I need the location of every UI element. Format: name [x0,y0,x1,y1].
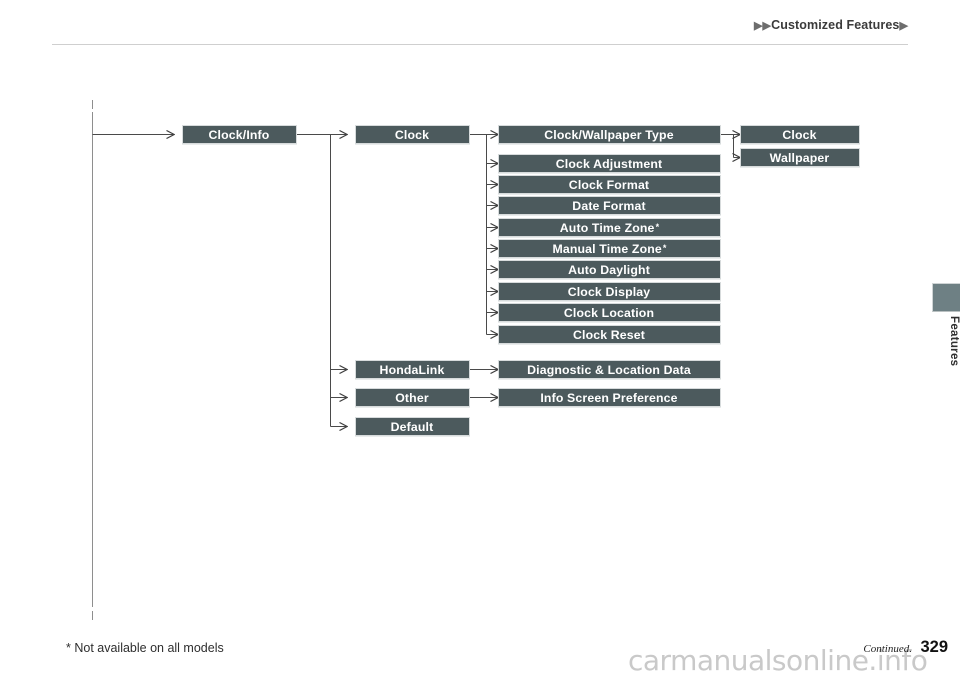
menu-box-label: Info Screen Preference [540,390,678,405]
menu-box-clock-adjustment[interactable]: Clock Adjustment [498,154,721,173]
connector-lines [92,0,960,678]
menu-box-wallpaper-clock[interactable]: Clock [740,125,860,144]
menu-box-clock-location[interactable]: Clock Location [498,303,721,322]
menu-box-clock-reset[interactable]: Clock Reset [498,325,721,344]
page-footnote: * Not available on all models [66,641,224,655]
menu-box-manual-time-zone[interactable]: Manual Time Zone * [498,239,721,258]
menu-box-label: Clock [782,127,817,142]
menu-box-label: Manual Time Zone [552,241,662,256]
menu-box-label: Clock Adjustment [555,156,663,171]
menu-box-label: Clock Reset [572,327,646,342]
menu-box-label: HondaLink [379,362,445,377]
menu-box-default[interactable]: Default [355,417,470,436]
menu-box-hondalink[interactable]: HondaLink [355,360,470,379]
menu-box-label: Default [390,419,434,434]
manual-page: ▶▶Customized Features▶ Features Clock/In… [0,0,960,678]
continued-label: Continued. [863,643,912,655]
menu-box-clock[interactable]: Clock [355,125,470,144]
menu-box-label: Clock Location [563,305,655,320]
menu-box-label: Other [395,390,429,405]
menu-box-label: Clock Display [567,284,651,299]
menu-tree-diagram: Clock/Info Clock HondaLink Other Default… [0,0,960,678]
menu-box-label: Clock/Wallpaper Type [544,127,674,142]
menu-box-label: Auto Daylight [568,262,650,277]
menu-box-label: Date Format [572,198,646,213]
menu-box-clock-info[interactable]: Clock/Info [182,125,297,144]
menu-box-clock-display[interactable]: Clock Display [498,282,721,301]
menu-box-label: Clock Format [568,177,650,192]
menu-box-wallpaper[interactable]: Wallpaper [740,148,860,167]
menu-box-label: Auto Time Zone [559,220,655,235]
menu-box-auto-daylight[interactable]: Auto Daylight [498,260,721,279]
menu-box-auto-time-zone[interactable]: Auto Time Zone * [498,218,721,237]
page-number: 329 [920,638,948,656]
menu-box-footnote-marker: * [655,222,660,232]
menu-box-label: Clock/Info [208,127,270,142]
menu-box-footnote-marker: * [662,243,667,253]
menu-box-date-format[interactable]: Date Format [498,196,721,215]
menu-box-info-screen-preference[interactable]: Info Screen Preference [498,388,721,407]
menu-box-label: Wallpaper [769,150,830,165]
menu-box-label: Diagnostic & Location Data [527,362,691,377]
menu-box-clock-format[interactable]: Clock Format [498,175,721,194]
menu-box-diagnostic-location-data[interactable]: Diagnostic & Location Data [498,360,721,379]
menu-box-label: Clock [394,127,430,142]
menu-box-clock-wallpaper-type[interactable]: Clock/Wallpaper Type [498,125,721,144]
menu-box-other[interactable]: Other [355,388,470,407]
